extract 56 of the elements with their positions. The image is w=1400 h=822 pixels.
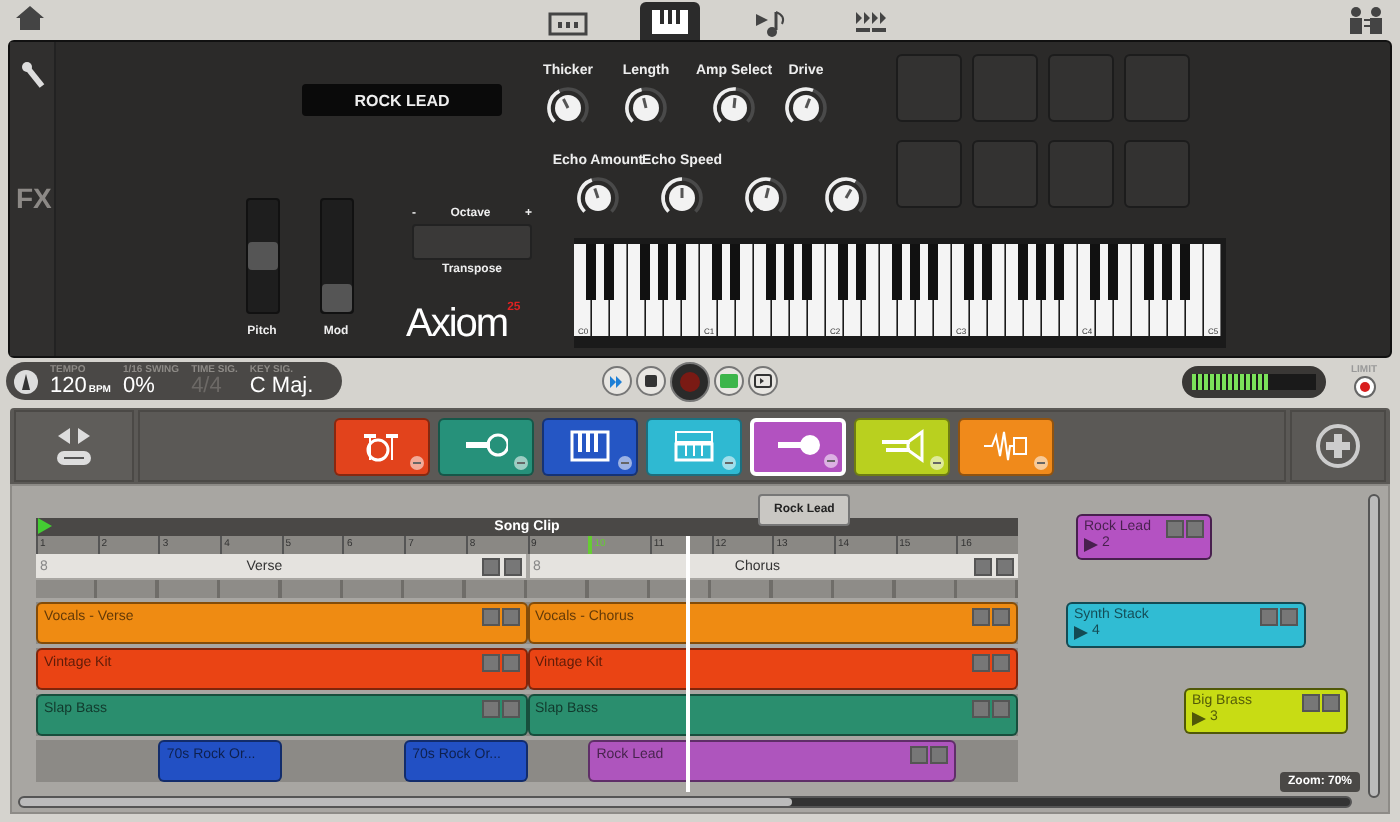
metronome-icon[interactable] <box>14 369 38 393</box>
wheel-thumb[interactable] <box>321 284 351 312</box>
remove-badge-icon[interactable] <box>618 455 632 469</box>
scroll-thumb[interactable] <box>20 798 792 806</box>
instrument-track-tile[interactable] <box>646 417 742 475</box>
field-value[interactable]: C Maj. <box>249 375 314 397</box>
play-icon[interactable] <box>38 518 52 534</box>
play-icon[interactable] <box>1074 626 1088 641</box>
play-icon[interactable] <box>1192 712 1206 727</box>
mute-button-icon[interactable] <box>481 608 499 626</box>
logo-text: Axiom <box>406 302 508 348</box>
waveform-icon <box>984 428 1028 464</box>
remove-badge-icon[interactable] <box>410 455 424 469</box>
instrument-track-tile[interactable] <box>542 417 638 475</box>
field-value[interactable]: 120 <box>50 375 87 397</box>
record-button[interactable] <box>670 361 710 401</box>
remove-badge-icon[interactable] <box>722 455 736 469</box>
add-icon[interactable] <box>1316 424 1360 468</box>
remove-badge-icon[interactable] <box>824 453 838 467</box>
synthesizer-icon <box>672 428 716 464</box>
home-icon[interactable] <box>16 6 44 30</box>
instrument-track-tile[interactable] <box>854 417 950 475</box>
preset-name: ROCK LEAD <box>302 84 502 116</box>
instrument-track-tile[interactable] <box>958 417 1054 475</box>
step-sequencer-icon <box>852 10 892 38</box>
remove-badge-icon[interactable] <box>514 455 528 469</box>
limit-toggle[interactable] <box>1353 375 1375 397</box>
field-value[interactable]: 0% <box>122 375 180 397</box>
instrument-track-tile[interactable] <box>334 417 430 475</box>
wheel-thumb[interactable] <box>247 242 277 270</box>
piano-keys-icon <box>650 7 690 35</box>
left-right-arrows-icon[interactable] <box>56 427 92 443</box>
remove-badge-icon[interactable] <box>1034 455 1048 469</box>
link-icon[interactable] <box>56 449 92 465</box>
remove-badge-icon[interactable] <box>930 455 944 469</box>
vertical-scrollbar[interactable] <box>1368 494 1380 798</box>
fx-label[interactable]: FX <box>16 182 52 214</box>
horizontal-scrollbar[interactable] <box>18 796 1352 808</box>
trumpet-icon <box>880 428 924 464</box>
loop-button[interactable] <box>714 366 744 396</box>
drum-kit-icon <box>360 428 404 464</box>
piano-icon <box>568 428 612 464</box>
clip-icon <box>753 371 773 391</box>
instrument-track-tile[interactable] <box>438 417 534 475</box>
play-icon[interactable] <box>1084 538 1098 553</box>
skip-icon <box>607 371 627 391</box>
user-swap-icon[interactable] <box>1348 6 1384 34</box>
mixer-icon <box>548 10 588 38</box>
stop-button[interactable] <box>636 366 666 396</box>
stop-icon <box>641 371 661 391</box>
skip-button[interactable] <box>602 366 632 396</box>
record-icon <box>680 371 700 391</box>
playhead[interactable] <box>686 536 691 792</box>
clip-button[interactable] <box>748 366 778 396</box>
wrench-icon[interactable] <box>22 62 46 90</box>
view-tab[interactable] <box>640 2 700 40</box>
